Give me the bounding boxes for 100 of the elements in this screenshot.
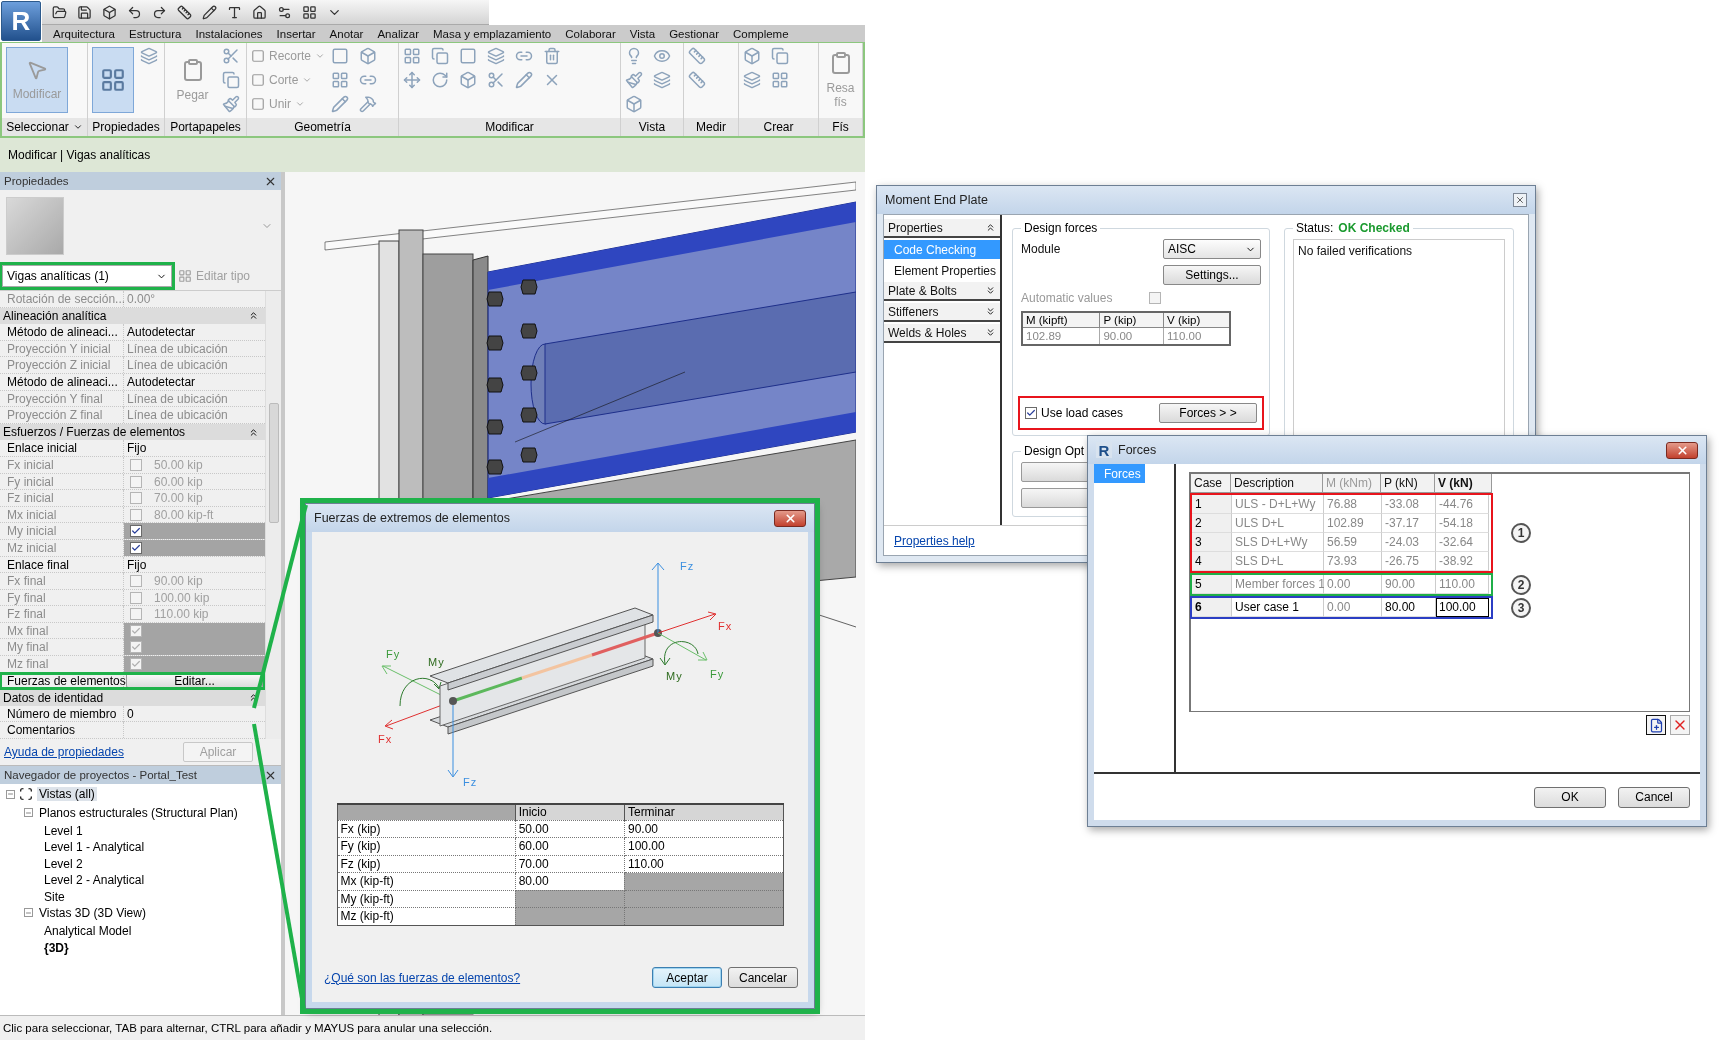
ribbon-tab[interactable]: Analizar [370,25,426,42]
checkbox[interactable] [130,475,142,488]
move-icon[interactable] [403,71,421,89]
dialog-button[interactable]: Aceptar [652,967,722,988]
hammer-icon[interactable] [359,95,378,113]
scissors-icon[interactable] [222,47,240,65]
delete-row-button[interactable] [1670,715,1690,735]
sliders-icon[interactable] [276,4,292,20]
copy-icon[interactable] [431,47,449,65]
paintbrush-icon[interactable] [222,95,240,113]
tree-item[interactable]: Level 2 - Analytical [42,873,147,888]
table-cell[interactable] [515,890,625,908]
tree-item[interactable]: Analytical Model [42,924,134,939]
table-cell[interactable]: 90.00 [624,820,783,838]
ribbon-tab[interactable]: Estructura [122,25,189,42]
checkbox[interactable] [130,508,142,521]
close-button[interactable] [1513,193,1527,207]
checkbox[interactable] [130,541,142,554]
collapse-icon[interactable] [248,310,259,322]
checkbox[interactable] [130,575,142,588]
checkbox[interactable] [1149,292,1161,304]
layers-icon[interactable] [653,71,671,89]
table-cell[interactable]: 100.00 [1436,598,1489,617]
collapse-toggle[interactable] [6,789,15,799]
square-icon[interactable] [331,47,350,65]
tree-item[interactable]: Planos estructurales (Structural Plan) [37,805,240,820]
layers-icon[interactable] [140,47,158,65]
forces-button[interactable]: Forces > > [1159,403,1257,423]
trash-icon[interactable] [543,47,561,65]
collapse-icon[interactable] [248,426,259,438]
help-link[interactable]: Properties help [894,533,975,548]
layers-icon[interactable] [743,71,761,89]
properties-button[interactable] [92,47,134,113]
use-load-cases-checkbox[interactable]: Use load cases [1025,406,1124,420]
copy-icon[interactable] [222,71,240,89]
scrollbar[interactable] [265,291,281,740]
tree-item[interactable]: Vistas 3D (3D View) [37,905,148,920]
eye-icon[interactable] [653,47,671,65]
nav-section-header[interactable]: Stiffeners [884,303,1000,322]
save-icon[interactable] [76,4,92,20]
help-link[interactable]: ¿Qué son las fuerzas de elementos? [324,970,521,985]
add-row-button[interactable] [1646,715,1666,735]
ribbon-tab[interactable]: Compleme [726,25,796,42]
checkbox[interactable] [130,492,142,505]
tree-item[interactable]: Site [42,889,67,904]
box-icon[interactable] [359,47,378,65]
text-icon[interactable] [226,4,242,20]
pencil-icon[interactable] [201,4,217,20]
square-icon[interactable] [459,47,477,65]
ribbon-tab[interactable]: Colaborar [558,25,623,42]
ribbon-tab[interactable]: Insertar [269,25,323,42]
column-header[interactable]: V (kN) [1435,474,1492,493]
box-icon[interactable] [625,95,643,113]
table-cell[interactable]: 70.00 [515,855,625,873]
dialog-button[interactable]: Cancel [1618,786,1690,808]
checkbox[interactable] [130,624,142,637]
close-button[interactable] [1666,441,1698,459]
module-dropdown[interactable]: AISC [1163,239,1261,259]
ribbon-tab[interactable]: Anotar [322,25,371,42]
ribbon-tab[interactable]: Vista [622,25,663,42]
open-folder-icon[interactable] [51,4,67,20]
layers-icon[interactable] [487,47,505,65]
close-button[interactable] [774,509,806,527]
checkbox[interactable] [130,641,142,654]
collapse-toggle[interactable] [24,908,33,918]
tree-item[interactable]: Level 1 [42,824,85,838]
nav-section-header[interactable]: Properties [884,219,1000,238]
column-header[interactable]: Case [1191,474,1231,493]
table-cell[interactable]: 50.00 [515,820,625,838]
undo-icon[interactable] [126,4,142,20]
house-icon[interactable] [251,4,267,20]
checkbox[interactable] [130,658,142,671]
column-header[interactable]: P (kN) [1381,474,1435,493]
type-selector[interactable]: Vigas analíticas (1) [2,265,172,287]
ruler-icon[interactable] [176,4,192,20]
ribbon-tab[interactable]: Gestionar [662,25,726,42]
copy-icon[interactable] [771,47,789,65]
edit-button[interactable]: Editar... [126,672,263,688]
column-header[interactable]: Description [1231,474,1323,493]
collapse-toggle[interactable] [24,808,33,818]
dialog-button[interactable]: Cancelar [728,967,798,988]
rotate-icon[interactable] [431,71,449,89]
ribbon-tab[interactable]: Instalaciones [188,25,270,42]
redo-icon[interactable] [151,4,167,20]
checkbox[interactable] [130,458,142,471]
nav-section-header[interactable]: Plate & Bolts [884,282,1000,301]
ribbon-tab[interactable]: Arquitectura [46,25,122,42]
dialog-button[interactable]: OK [1534,786,1606,808]
paintbrush-icon[interactable] [625,71,643,89]
application-menu-button[interactable]: R [1,1,41,41]
cube-icon[interactable] [101,4,117,20]
grid-icon[interactable] [301,4,317,20]
ribbon-tab[interactable]: Masa y emplazamiento [426,25,559,42]
box-icon[interactable] [459,71,477,89]
nav-section-header[interactable]: Welds & Holes [884,324,1000,343]
tree-item[interactable]: Vistas (all) [37,787,97,802]
tree-item[interactable]: Level 2 [42,856,85,871]
tree-item[interactable]: Level 1 - Analytical [42,840,147,855]
scissors-icon[interactable] [487,71,505,89]
tree-item[interactable]: {3D} [42,940,71,955]
